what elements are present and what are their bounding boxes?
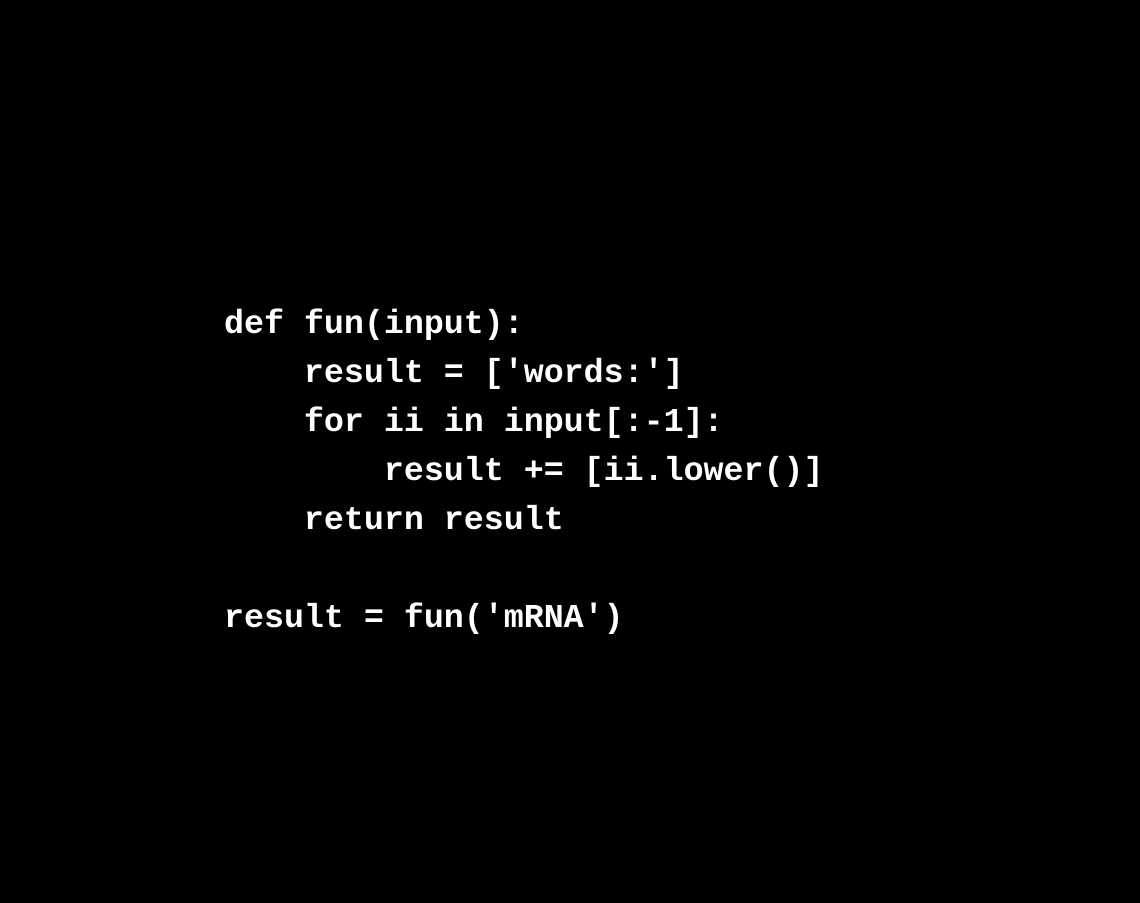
- code-line-result-init: result = ['words:']: [224, 354, 684, 392]
- code-line-for-loop: for ii in input[:-1]:: [224, 403, 724, 441]
- code-line-return: return result: [224, 501, 564, 539]
- code-slide: def fun(input): result = ['words:'] for …: [0, 0, 1140, 903]
- code-line-append: result += [ii.lower()]: [224, 452, 824, 490]
- code-line-call: result = fun('mRNA'): [224, 599, 624, 637]
- code-line-def: def fun(input):: [224, 305, 524, 343]
- code-block: def fun(input): result = ['words:'] for …: [224, 300, 823, 643]
